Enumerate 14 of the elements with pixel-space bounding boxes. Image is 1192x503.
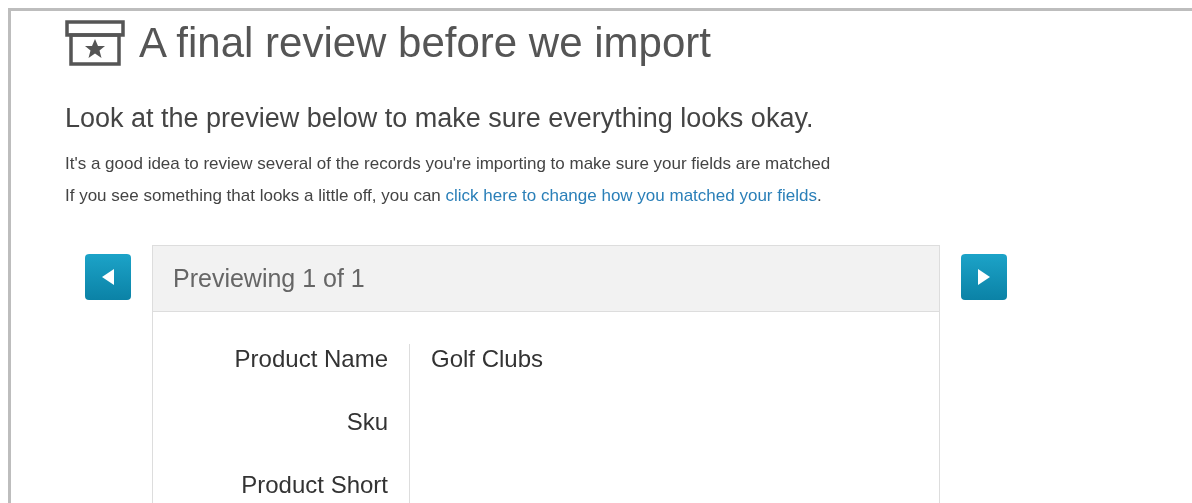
field-label: Sku bbox=[153, 407, 410, 470]
field-value: Golf Clubs bbox=[430, 344, 545, 374]
field-label: Product Name bbox=[153, 344, 410, 407]
intro-text: It's a good idea to review several of the records you're importing to make sure your fields are matched If you see something that looks a little off, you can click here to change how you matched your fields. bbox=[65, 153, 832, 207]
previous-button[interactable] bbox=[85, 254, 131, 300]
left-arrow-icon bbox=[101, 268, 115, 286]
next-button[interactable] bbox=[961, 254, 1007, 300]
change-matching-link[interactable]: click here to change how you matched your fields bbox=[445, 186, 817, 205]
page-title: A final review before we import bbox=[139, 19, 711, 67]
field-label: Product Short bbox=[153, 470, 410, 503]
subtitle: Look at the preview below to make sure everything looks okay. bbox=[65, 103, 815, 134]
box-star-icon bbox=[65, 20, 125, 66]
right-arrow-icon bbox=[977, 268, 991, 286]
preview-header: Previewing 1 of 1 bbox=[153, 246, 939, 312]
